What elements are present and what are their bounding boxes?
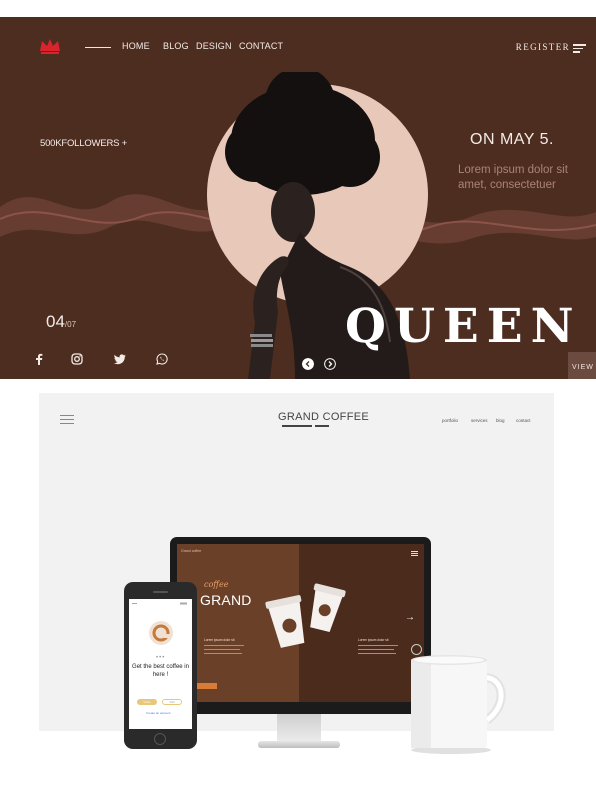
- brand-title: GRAND COFFEE: [278, 411, 369, 423]
- text-line: [358, 649, 394, 650]
- hero-banner: HOME BLOG DESIGN CONTACT REGISTER 500KFO…: [0, 17, 596, 379]
- slide-counter: 04/07: [46, 312, 76, 332]
- followers-count: 500KFOLLOWERS +: [40, 138, 128, 149]
- nav-contact[interactable]: CONTACT: [239, 41, 283, 51]
- brand-underline: [315, 425, 329, 427]
- facebook-icon[interactable]: [33, 353, 45, 365]
- phone-secondary-button[interactable]: Visit: [162, 699, 182, 705]
- nav-home[interactable]: HOME: [122, 41, 150, 51]
- carousel-dots: •••: [156, 655, 166, 661]
- text-line: [358, 653, 396, 654]
- screen-top-label: Grand coffee: [181, 549, 202, 553]
- desktop-screen: Grand coffee coffee GRAND Lorem ipsum do…: [177, 544, 424, 702]
- crown-logo-icon[interactable]: [38, 37, 62, 55]
- brand-underline: [282, 425, 312, 427]
- phone-primary-button[interactable]: Order: [137, 699, 157, 705]
- phone-link[interactable]: Create an account: [146, 711, 171, 715]
- monitor-base: [258, 741, 340, 748]
- monitor-stand: [277, 714, 321, 744]
- coffee-mug-image: [411, 655, 506, 754]
- screen-caption-left: Lorem ipsum dolor sit: [204, 638, 235, 642]
- phone-home-button[interactable]: [154, 733, 166, 745]
- register-link[interactable]: REGISTER: [516, 42, 570, 52]
- coffee-logo-icon: [149, 621, 173, 645]
- text-line: [358, 645, 398, 646]
- screen-script-word: coffee: [204, 580, 229, 589]
- view-button[interactable]: VIEW: [568, 352, 596, 379]
- instagram-icon[interactable]: [71, 353, 83, 365]
- desktop-monitor: Grand coffee coffee GRAND Lorem ipsum do…: [170, 537, 431, 714]
- nav-blog[interactable]: BLOG: [163, 41, 189, 51]
- mobile-phone: ••• Get the best coffee in here ! Order …: [124, 582, 197, 749]
- arrow-right-icon[interactable]: →: [405, 612, 415, 623]
- next-slide-button[interactable]: [324, 358, 336, 370]
- nav-portfolio[interactable]: portfolio: [442, 418, 458, 423]
- text-line: [204, 653, 242, 654]
- screen-menu-icon[interactable]: [411, 551, 418, 556]
- slide-total: /07: [64, 320, 77, 329]
- nav-blog[interactable]: blog: [496, 418, 505, 423]
- whatsapp-icon[interactable]: [156, 353, 168, 365]
- hero-description: Lorem ipsum dolor sit amet, consectetuer: [458, 164, 568, 191]
- nav-contact[interactable]: contact: [516, 418, 531, 423]
- phone-speaker: [153, 591, 168, 593]
- nav-services[interactable]: services: [471, 418, 488, 423]
- twitter-icon[interactable]: [114, 353, 126, 365]
- event-date: ON MAY 5.: [470, 131, 554, 148]
- menu-icon[interactable]: [573, 44, 586, 53]
- screen-caption-right: Lorem ipsum dolor sit: [358, 638, 389, 642]
- phone-topbar: [132, 602, 187, 605]
- coffee-cups-image: [265, 583, 346, 648]
- menu-icon[interactable]: [60, 415, 74, 425]
- previous-slide-button[interactable]: [302, 358, 314, 370]
- text-line: [204, 645, 244, 646]
- hero-headline: QUEEN: [345, 299, 582, 354]
- phone-title: Get the best coffee in here !: [132, 664, 189, 678]
- nav-decoration-line: [85, 47, 111, 48]
- screen-cta-button[interactable]: [197, 683, 217, 689]
- text-line: [204, 649, 240, 650]
- phone-screen: ••• Get the best coffee in here ! Order …: [129, 599, 192, 729]
- nav-design[interactable]: DESIGN: [196, 41, 232, 51]
- slide-current: 04: [46, 312, 65, 331]
- screen-big-word: GRAND: [200, 592, 252, 608]
